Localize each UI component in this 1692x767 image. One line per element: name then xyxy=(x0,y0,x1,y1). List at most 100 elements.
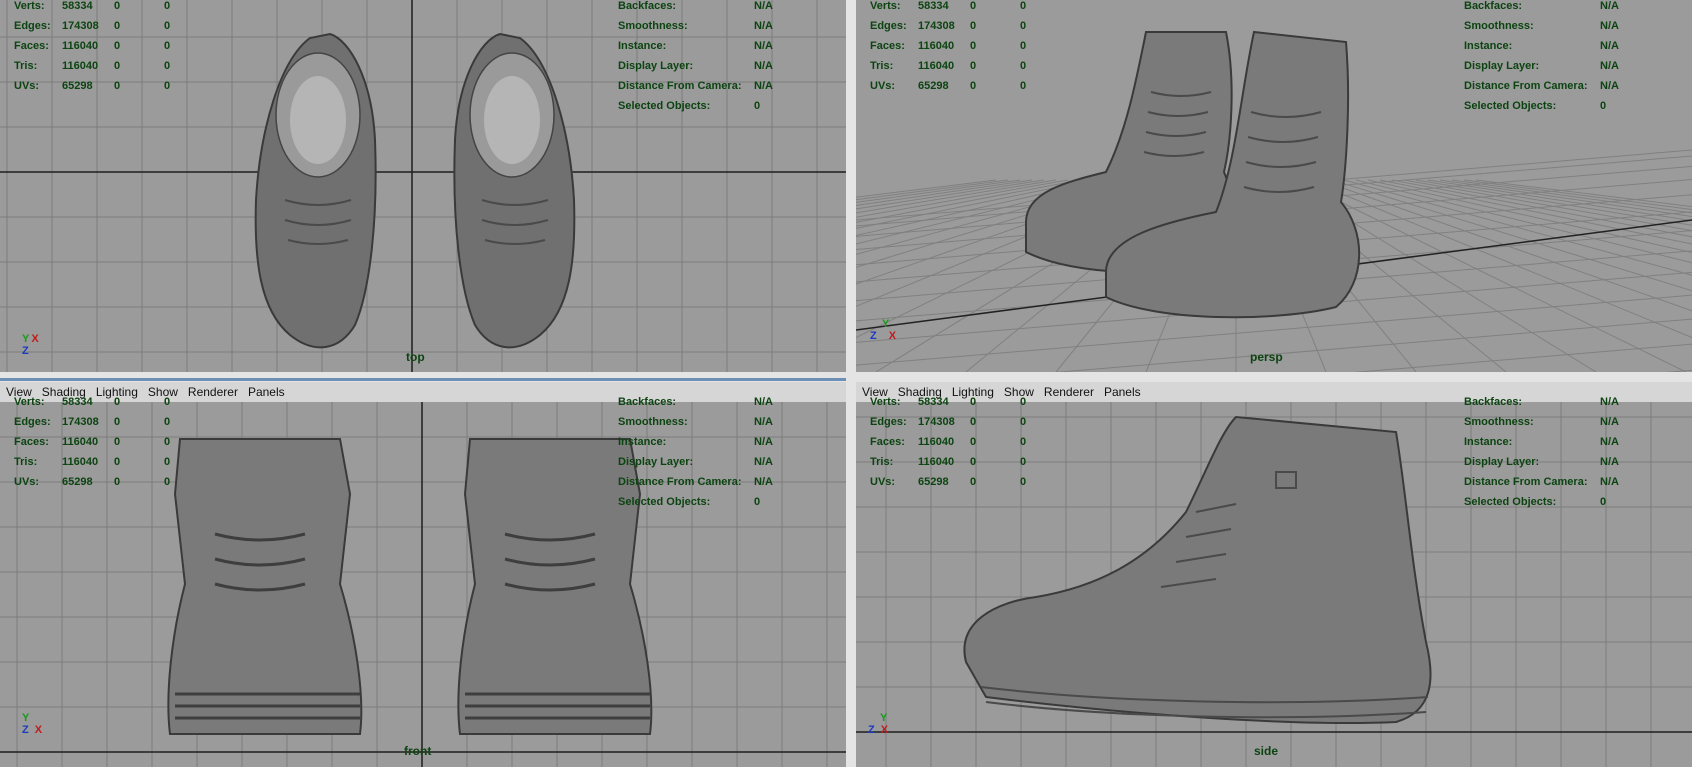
stat-row: UVs: 65298 0 0 xyxy=(870,76,1040,96)
detail-value: N/A xyxy=(1600,396,1619,408)
object-details-hud: Backfaces: N/A Smoothness: N/A Instance: N/A D… xyxy=(618,392,773,512)
stat-selected: 0 xyxy=(114,20,121,32)
detail-row: Instance: N/A xyxy=(1464,432,1619,452)
menu-panels[interactable]: Panels xyxy=(243,385,290,399)
stat-label: Edges: xyxy=(14,20,51,32)
stat-highlighted: 0 xyxy=(164,476,171,488)
detail-label: Instance: xyxy=(618,40,667,52)
stat-row: Verts: 58334 0 0 xyxy=(14,0,184,16)
viewport-persp[interactable]: Verts: 58334 0 0 Edges: 174308 0 0 Faces: 116040 0… xyxy=(856,0,1692,372)
stat-row: Edges: 174308 0 0 xyxy=(14,412,184,432)
stat-highlighted: 0 xyxy=(1020,476,1027,488)
detail-row: Selected Objects: 0 xyxy=(618,96,773,116)
menu-renderer[interactable]: Renderer xyxy=(183,385,243,399)
stat-label: Tris: xyxy=(870,60,894,72)
stat-row: UVs: 65298 0 0 xyxy=(14,472,184,492)
detail-label: Backfaces: xyxy=(618,0,677,12)
panel-separator-vertical[interactable] xyxy=(846,0,856,767)
detail-value: 0 xyxy=(754,100,761,112)
detail-value: N/A xyxy=(1600,416,1619,428)
stat-highlighted: 0 xyxy=(164,40,171,52)
stat-label: Tris: xyxy=(14,60,38,72)
detail-label: Selected Objects: xyxy=(1464,496,1557,508)
stat-total: 174308 xyxy=(62,416,99,428)
stat-selected: 0 xyxy=(970,60,977,72)
stat-total: 58334 xyxy=(62,0,93,12)
stat-label: Tris: xyxy=(14,456,38,468)
detail-row: Distance From Camera: N/A xyxy=(618,472,773,492)
stat-row: Tris: 116040 0 0 xyxy=(14,452,184,472)
stat-selected: 0 xyxy=(970,20,977,32)
detail-value: 0 xyxy=(1600,496,1607,508)
stat-highlighted: 0 xyxy=(1020,436,1027,448)
stat-row: Faces: 116040 0 0 xyxy=(870,432,1040,452)
stat-selected: 0 xyxy=(970,396,977,408)
detail-label: Smoothness: xyxy=(1464,416,1534,428)
stat-selected: 0 xyxy=(114,80,121,92)
detail-row: Smoothness: N/A xyxy=(1464,16,1619,36)
stat-row: Edges: 174308 0 0 xyxy=(14,16,184,36)
detail-row: Distance From Camera: N/A xyxy=(1464,472,1619,492)
stat-selected: 0 xyxy=(114,416,121,428)
boot-model-top[interactable] xyxy=(240,20,640,355)
detail-label: Distance From Camera: xyxy=(618,80,742,92)
stat-label: Verts: xyxy=(14,396,45,408)
stat-highlighted: 0 xyxy=(1020,20,1027,32)
stat-selected: 0 xyxy=(970,416,977,428)
detail-label: Backfaces: xyxy=(618,396,677,408)
stat-highlighted: 0 xyxy=(164,80,171,92)
detail-value: N/A xyxy=(754,0,773,12)
detail-row: Display Layer: N/A xyxy=(1464,452,1619,472)
boot-model-front[interactable] xyxy=(160,434,680,754)
viewport-side[interactable]: View Shading Lighting Show Renderer Pane… xyxy=(856,382,1692,767)
detail-value: N/A xyxy=(754,416,773,428)
detail-row: Instance: N/A xyxy=(618,432,773,452)
detail-row: Distance From Camera: N/A xyxy=(618,76,773,96)
stat-highlighted: 0 xyxy=(164,456,171,468)
stat-highlighted: 0 xyxy=(164,396,171,408)
detail-value: N/A xyxy=(1600,0,1619,12)
stat-selected: 0 xyxy=(114,476,121,488)
camera-label-side: side xyxy=(1254,744,1279,758)
detail-value: N/A xyxy=(1600,40,1619,52)
detail-label: Smoothness: xyxy=(1464,20,1534,32)
stat-total: 174308 xyxy=(918,20,955,32)
detail-label: Instance: xyxy=(1464,40,1513,52)
detail-row: Smoothness: N/A xyxy=(1464,412,1619,432)
detail-row: Backfaces: N/A xyxy=(618,0,773,16)
stat-highlighted: 0 xyxy=(1020,40,1027,52)
menu-renderer[interactable]: Renderer xyxy=(1039,385,1099,399)
poly-count-hud: Verts: 58334 0 0 Edges: 174308 0 0 Faces: 116040 0… xyxy=(14,392,184,492)
stat-total: 174308 xyxy=(918,416,955,428)
stat-label: UVs: xyxy=(870,476,896,488)
detail-value: 0 xyxy=(754,496,761,508)
stat-highlighted: 0 xyxy=(1020,396,1027,408)
viewport-front[interactable]: View Shading Lighting Show Renderer Pane… xyxy=(0,382,846,767)
menu-panels[interactable]: Panels xyxy=(1099,385,1146,399)
stat-total: 58334 xyxy=(918,0,949,12)
detail-label: Distance From Camera: xyxy=(1464,476,1588,488)
stat-total: 116040 xyxy=(62,40,99,52)
viewport-top[interactable]: Verts: 58334 0 0 Edges: 174308 0 0 Faces: 116040 0… xyxy=(0,0,846,372)
axis-indicator: YZX xyxy=(22,712,43,736)
detail-label: Selected Objects: xyxy=(1464,100,1557,112)
poly-count-hud: Verts: 58334 0 0 Edges: 174308 0 0 Faces: 116040 0… xyxy=(870,392,1040,492)
stat-total: 174308 xyxy=(62,20,99,32)
detail-value: N/A xyxy=(754,60,773,72)
detail-value: N/A xyxy=(1600,476,1619,488)
poly-count-hud: Verts: 58334 0 0 Edges: 174308 0 0 Faces: 116040 0… xyxy=(870,0,1040,96)
stat-total: 58334 xyxy=(62,396,93,408)
stat-label: Verts: xyxy=(14,0,45,12)
stat-row: Faces: 116040 0 0 xyxy=(870,36,1040,56)
stat-total: 116040 xyxy=(62,456,99,468)
stat-label: Faces: xyxy=(870,436,905,448)
stat-selected: 0 xyxy=(114,436,121,448)
detail-label: Selected Objects: xyxy=(618,100,711,112)
stat-selected: 0 xyxy=(114,40,121,52)
stat-label: Edges: xyxy=(14,416,51,428)
boot-model-persp[interactable] xyxy=(996,22,1476,362)
stat-total: 65298 xyxy=(62,80,93,92)
stat-row: Verts: 58334 0 0 xyxy=(14,392,184,412)
detail-label: Smoothness: xyxy=(618,20,688,32)
stat-highlighted: 0 xyxy=(164,60,171,72)
